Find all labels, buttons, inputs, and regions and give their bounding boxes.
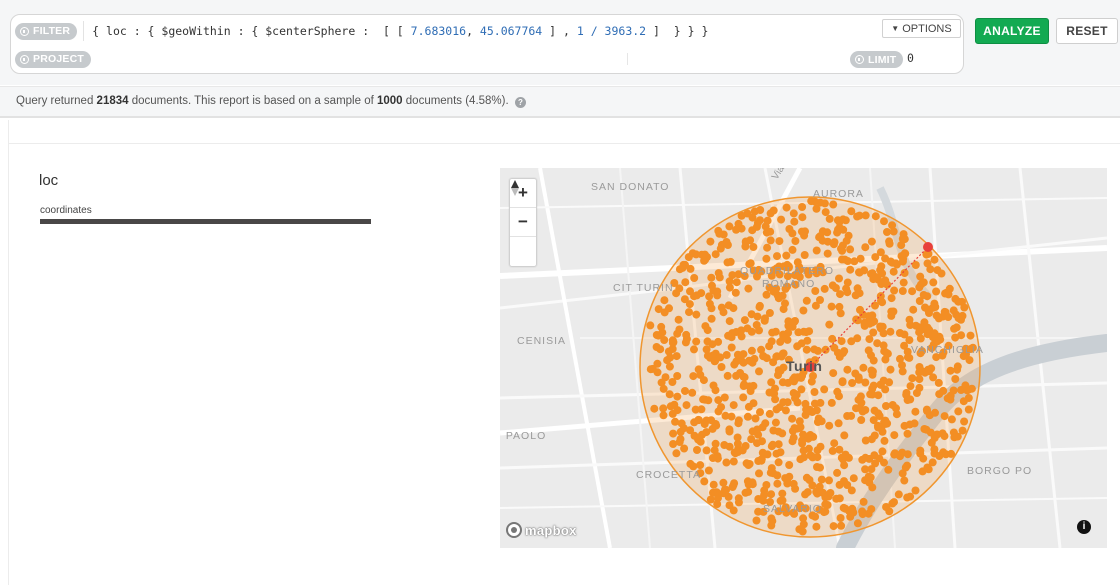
filter-input[interactable]: { loc : { $geoWithin : { $centerSphere :… bbox=[83, 21, 867, 41]
info-circle-icon bbox=[855, 55, 864, 64]
map-label-quadrilatero: QUADRILATERO bbox=[740, 265, 835, 277]
field-type-label: coordinates bbox=[40, 205, 92, 216]
filter-radius: 1 / 3963.2 bbox=[576, 24, 647, 38]
options-label: OPTIONS bbox=[902, 22, 952, 35]
caret-down-icon: ▼ bbox=[891, 24, 900, 33]
mapbox-logo-icon[interactable]: mapbox bbox=[506, 520, 577, 540]
filter-latitude: 45.067764 bbox=[479, 24, 543, 38]
project-divider bbox=[627, 53, 628, 65]
question-circle-icon[interactable]: ? bbox=[514, 97, 526, 108]
query-box: FILTER { loc : { $geoWithin : { $centerS… bbox=[10, 14, 964, 74]
mapbox-attribution: mapbox bbox=[525, 522, 577, 538]
filter-longitude: 7.683016 bbox=[410, 24, 467, 38]
map-label-salvario: SALVARIO bbox=[763, 503, 822, 515]
field-type-bar[interactable] bbox=[40, 219, 371, 224]
map-label-paolo: I PAOLO bbox=[500, 430, 547, 442]
filter-row: FILTER { loc : { $geoWithin : { $centerS… bbox=[15, 19, 957, 43]
returned-count: 21834 bbox=[96, 95, 129, 107]
limit-pill[interactable]: LIMIT bbox=[850, 51, 904, 68]
query-bar: FILTER { loc : { $geoWithin : { $centerS… bbox=[0, 0, 1120, 85]
compass-icon[interactable] bbox=[510, 180, 536, 266]
radius-handle-marker bbox=[923, 242, 933, 252]
analyze-button[interactable]: ANALYZE bbox=[975, 18, 1049, 44]
map-view[interactable]: SAN DONATO AURORA Via C CIT TURIN QUADRI… bbox=[500, 168, 1107, 548]
options-button[interactable]: ▼ OPTIONS bbox=[882, 19, 961, 38]
map-label-city: Turin bbox=[786, 358, 823, 374]
sample-count: 1000 bbox=[376, 95, 403, 107]
info-icon[interactable]: i bbox=[1077, 520, 1091, 534]
project-input[interactable] bbox=[105, 51, 625, 67]
map-label-cit-turin: CIT TURIN bbox=[613, 282, 674, 294]
zoom-control: + − bbox=[509, 178, 537, 267]
map-label-cenisia: CENISIA bbox=[517, 335, 567, 347]
mapbox-mark-icon bbox=[506, 522, 522, 538]
divider bbox=[8, 143, 1120, 144]
filter-pill[interactable]: FILTER bbox=[15, 22, 78, 40]
map-label-crocetta: CROCETTA bbox=[636, 469, 701, 481]
field-name: loc bbox=[39, 172, 59, 189]
filter-label: FILTER bbox=[33, 25, 71, 37]
project-label: PROJECT bbox=[33, 53, 84, 65]
map-label-borgo-po: BORGO PO bbox=[967, 465, 1033, 477]
map-label-san-donato: SAN DONATO bbox=[591, 181, 670, 193]
map-label-vanchiglia: VANCHIGLIA bbox=[911, 344, 984, 356]
limit-input[interactable]: 0 bbox=[907, 51, 914, 65]
project-pill[interactable]: PROJECT bbox=[15, 50, 91, 68]
map-label-aurora: AURORA bbox=[813, 188, 864, 200]
info-circle-icon bbox=[20, 54, 29, 64]
info-circle-icon bbox=[20, 26, 29, 36]
reset-button[interactable]: RESET bbox=[1056, 18, 1118, 44]
project-row: PROJECT LIMIT 0 bbox=[15, 47, 957, 71]
map-label-romano: ROMANO bbox=[762, 278, 816, 290]
minus-icon[interactable]: − bbox=[510, 208, 536, 237]
compass-needle bbox=[511, 180, 519, 196]
limit-label: LIMIT bbox=[868, 53, 897, 66]
query-summary: Query returned 21834 documents. This rep… bbox=[0, 86, 1120, 118]
filter-code: { loc : { $geoWithin : { $centerSphere :… bbox=[92, 24, 709, 38]
